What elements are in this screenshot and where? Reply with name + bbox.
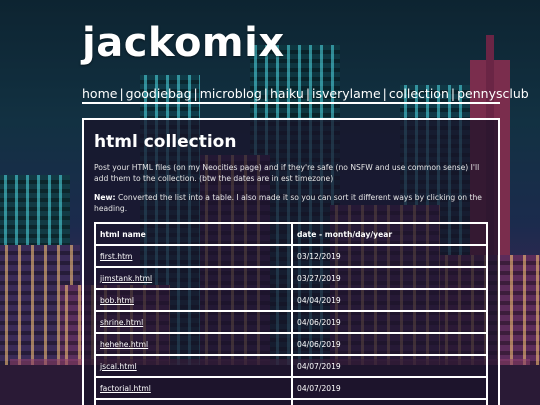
table-row: factorial.html 04/07/2019	[94, 376, 488, 400]
file-cell: bob.html	[94, 288, 293, 312]
nav-link-home[interactable]: home	[82, 86, 117, 101]
table-row	[94, 398, 488, 405]
date-cell: 04/04/2019	[291, 288, 488, 312]
date-cell: 03/27/2019	[291, 266, 488, 290]
file-link[interactable]: shrine.html	[100, 318, 143, 327]
nav-link-haiku[interactable]: haiku	[270, 86, 304, 101]
date-cell: 04/06/2019	[291, 310, 488, 334]
nav-link-microblog[interactable]: microblog	[200, 86, 262, 101]
table-row: shrine.html 04/06/2019	[94, 310, 488, 334]
file-link[interactable]: jimstank.html	[100, 274, 152, 283]
file-cell: jimstank.html	[94, 266, 293, 290]
table-row: jimstank.html 03/27/2019	[94, 266, 488, 290]
nav-separator: |	[119, 86, 124, 101]
nav-separator: |	[450, 86, 456, 101]
page-heading: html collection	[94, 132, 237, 152]
file-link[interactable]: bob.html	[100, 296, 134, 305]
date-cell: 04/07/2019	[291, 354, 488, 378]
collection-table: html name date - month/day/year first.ht…	[94, 222, 488, 405]
intro-text: Post your HTML files (on my Neocities pa…	[94, 163, 480, 183]
table-row: hehehe.html 04/06/2019	[94, 332, 488, 356]
site-title[interactable]: jackomix	[82, 20, 285, 66]
nav-link-collection[interactable]: collection	[389, 86, 449, 101]
table-row: bob.html 04/04/2019	[94, 288, 488, 312]
table-row: jscal.html 04/07/2019	[94, 354, 488, 378]
nav-separator: |	[382, 86, 387, 101]
file-link[interactable]: first.htm	[100, 252, 132, 261]
file-cell: shrine.html	[94, 310, 293, 334]
file-cell: factorial.html	[94, 376, 293, 400]
nav-separator: |	[193, 86, 198, 101]
file-cell	[94, 398, 293, 405]
file-link[interactable]: jscal.html	[100, 362, 137, 371]
update-note: New: Converted the list into a table. I …	[94, 192, 488, 214]
date-cell	[291, 398, 488, 405]
collection-panel: html collection Post your HTML files (on…	[82, 118, 500, 405]
table-header-row: html name date - month/day/year	[94, 222, 488, 246]
nav-link-pennysclub[interactable]: pennysclub	[457, 86, 529, 101]
main-nav: home | goodiebag | microblog | haiku | isverylam…	[82, 86, 529, 104]
column-header-date[interactable]: date - month/day/year	[291, 222, 488, 246]
date-cell: 04/07/2019	[291, 376, 488, 400]
nav-link-goodiebag[interactable]: goodiebag	[126, 86, 192, 101]
file-link[interactable]: hehehe.html	[100, 340, 148, 349]
file-link[interactable]: factorial.html	[100, 384, 151, 393]
date-cell: 03/12/2019	[291, 244, 488, 268]
nav-link-isverylame[interactable]: isverylame	[312, 86, 381, 101]
nav-separator: |	[305, 86, 311, 101]
update-note-label: New:	[94, 193, 116, 202]
table-row: first.htm 03/12/2019	[94, 244, 488, 268]
file-cell: first.htm	[94, 244, 293, 268]
file-cell: hehehe.html	[94, 332, 293, 356]
column-header-name[interactable]: html name	[94, 222, 293, 246]
date-cell: 04/06/2019	[291, 332, 488, 356]
nav-separator: |	[263, 86, 268, 101]
file-cell: jscal.html	[94, 354, 293, 378]
update-note-text: Converted the list into a table. I also …	[94, 193, 482, 213]
